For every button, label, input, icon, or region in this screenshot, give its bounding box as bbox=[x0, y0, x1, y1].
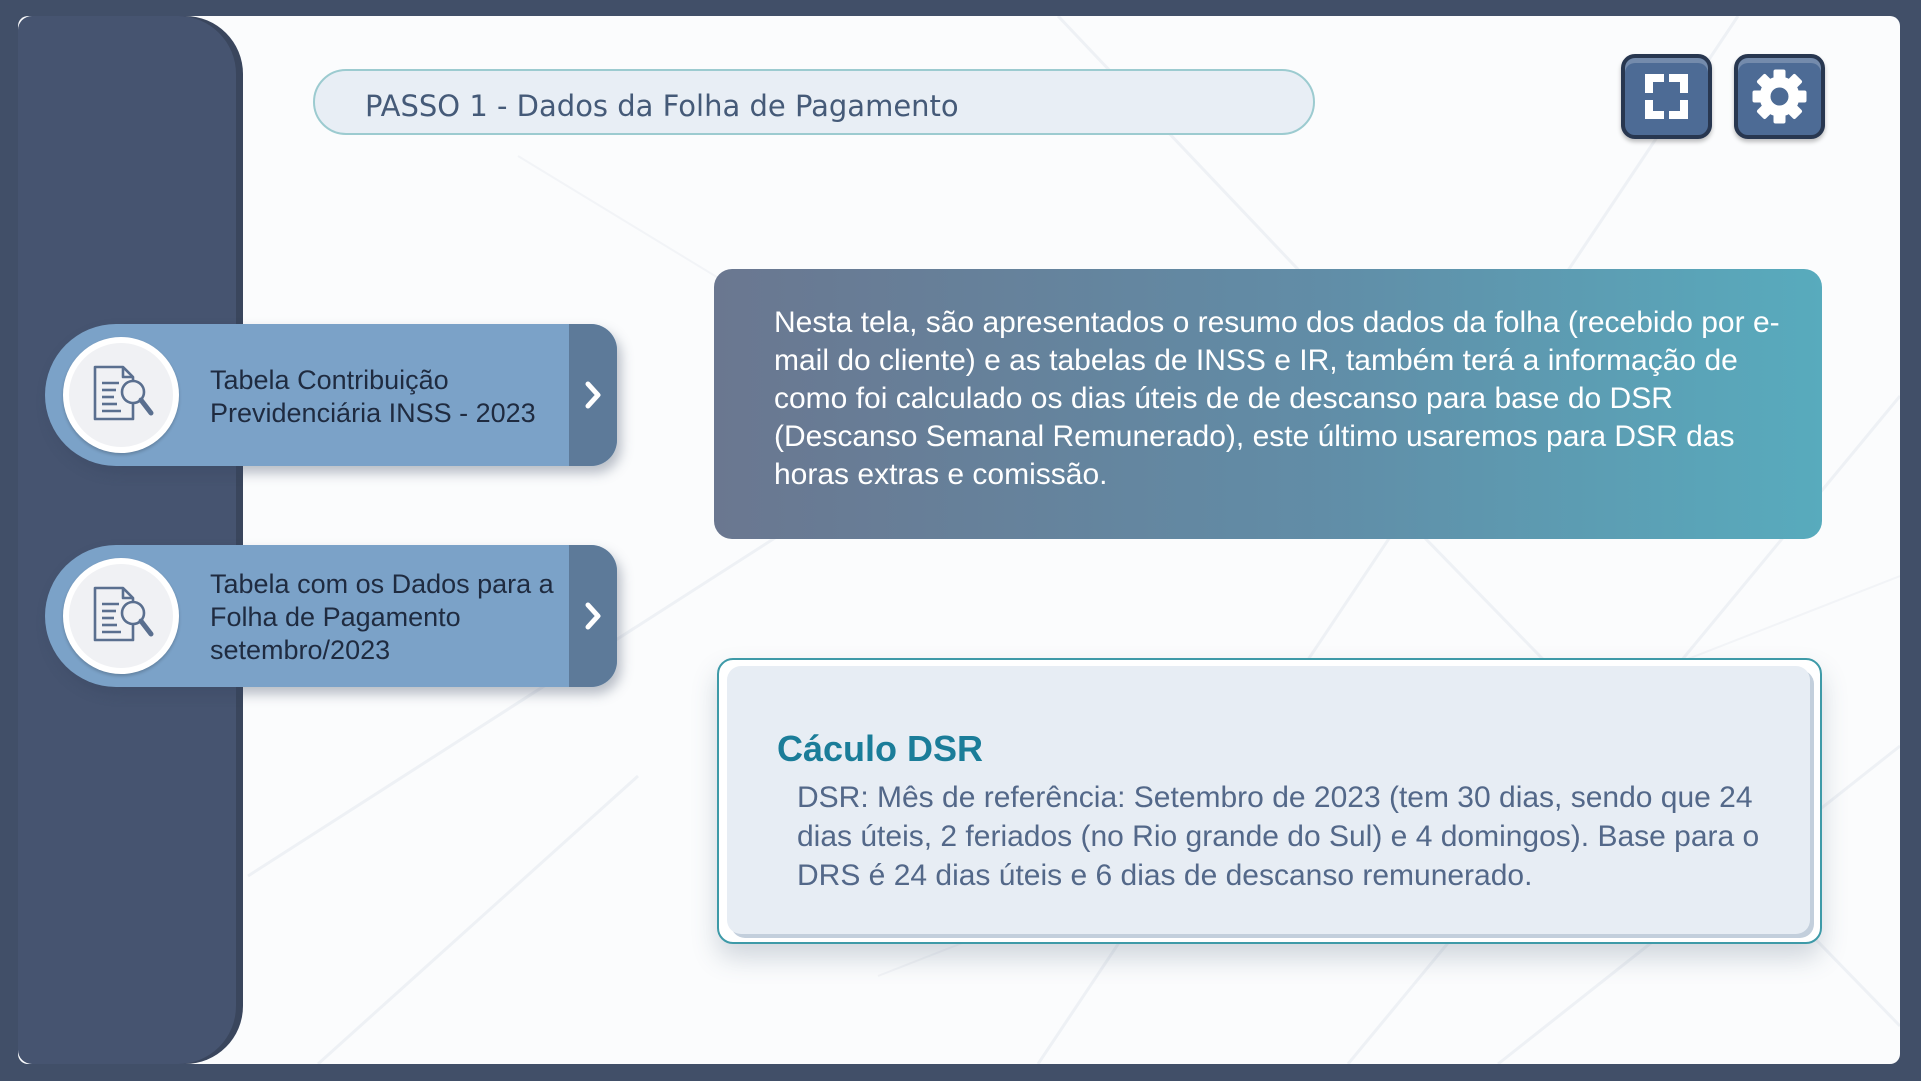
nav-item-arrow-tab[interactable] bbox=[569, 545, 617, 687]
dsr-title: Cáculo DSR bbox=[777, 728, 984, 769]
nav-item-arrow-tab[interactable] bbox=[569, 324, 617, 466]
fullscreen-button[interactable] bbox=[1621, 54, 1712, 139]
dsr-calculation-card: Cáculo DSR DSR: Mês de referência: Setem… bbox=[717, 658, 1822, 944]
nav-icon-disc bbox=[63, 337, 179, 453]
document-search-icon bbox=[93, 365, 154, 421]
step-title-pill: PASSO 1 - Dados da Folha de Pagamento bbox=[313, 69, 1315, 135]
gear-icon bbox=[1752, 69, 1807, 124]
nav-icon-disc bbox=[63, 558, 179, 674]
nav-item-inss-table[interactable]: Tabela Contribuição Previdenciária INSS … bbox=[45, 324, 617, 466]
nav-item-payroll-table[interactable]: Tabela com os Dados para a Folha de Paga… bbox=[45, 545, 617, 687]
info-panel: Nesta tela, são apresentados o resumo do… bbox=[714, 269, 1822, 539]
fullscreen-icon bbox=[1645, 74, 1688, 119]
nav-item-label: Tabela com os Dados para a Folha de Paga… bbox=[210, 569, 554, 665]
document-search-icon bbox=[93, 586, 154, 642]
step-title: PASSO 1 - Dados da Folha de Pagamento bbox=[365, 89, 959, 123]
sidebar bbox=[18, 16, 236, 1064]
slide-canvas: PASSO 1 - Dados da Folha de Pagamento Ta… bbox=[18, 16, 1900, 1064]
info-text: Nesta tela, são apresentados o resumo do… bbox=[774, 306, 1780, 491]
dsr-text: DSR: Mês de referência: Setembro de 2023… bbox=[797, 781, 1760, 892]
nav-item-label: Tabela Contribuição Previdenciária INSS … bbox=[210, 365, 536, 428]
app-frame: PASSO 1 - Dados da Folha de Pagamento Ta… bbox=[0, 0, 1921, 1081]
chevron-right-icon bbox=[585, 381, 601, 409]
dsr-card-body: Cáculo DSR DSR: Mês de referência: Setem… bbox=[727, 666, 1810, 934]
chevron-right-icon bbox=[585, 602, 601, 630]
settings-button[interactable] bbox=[1734, 54, 1825, 139]
